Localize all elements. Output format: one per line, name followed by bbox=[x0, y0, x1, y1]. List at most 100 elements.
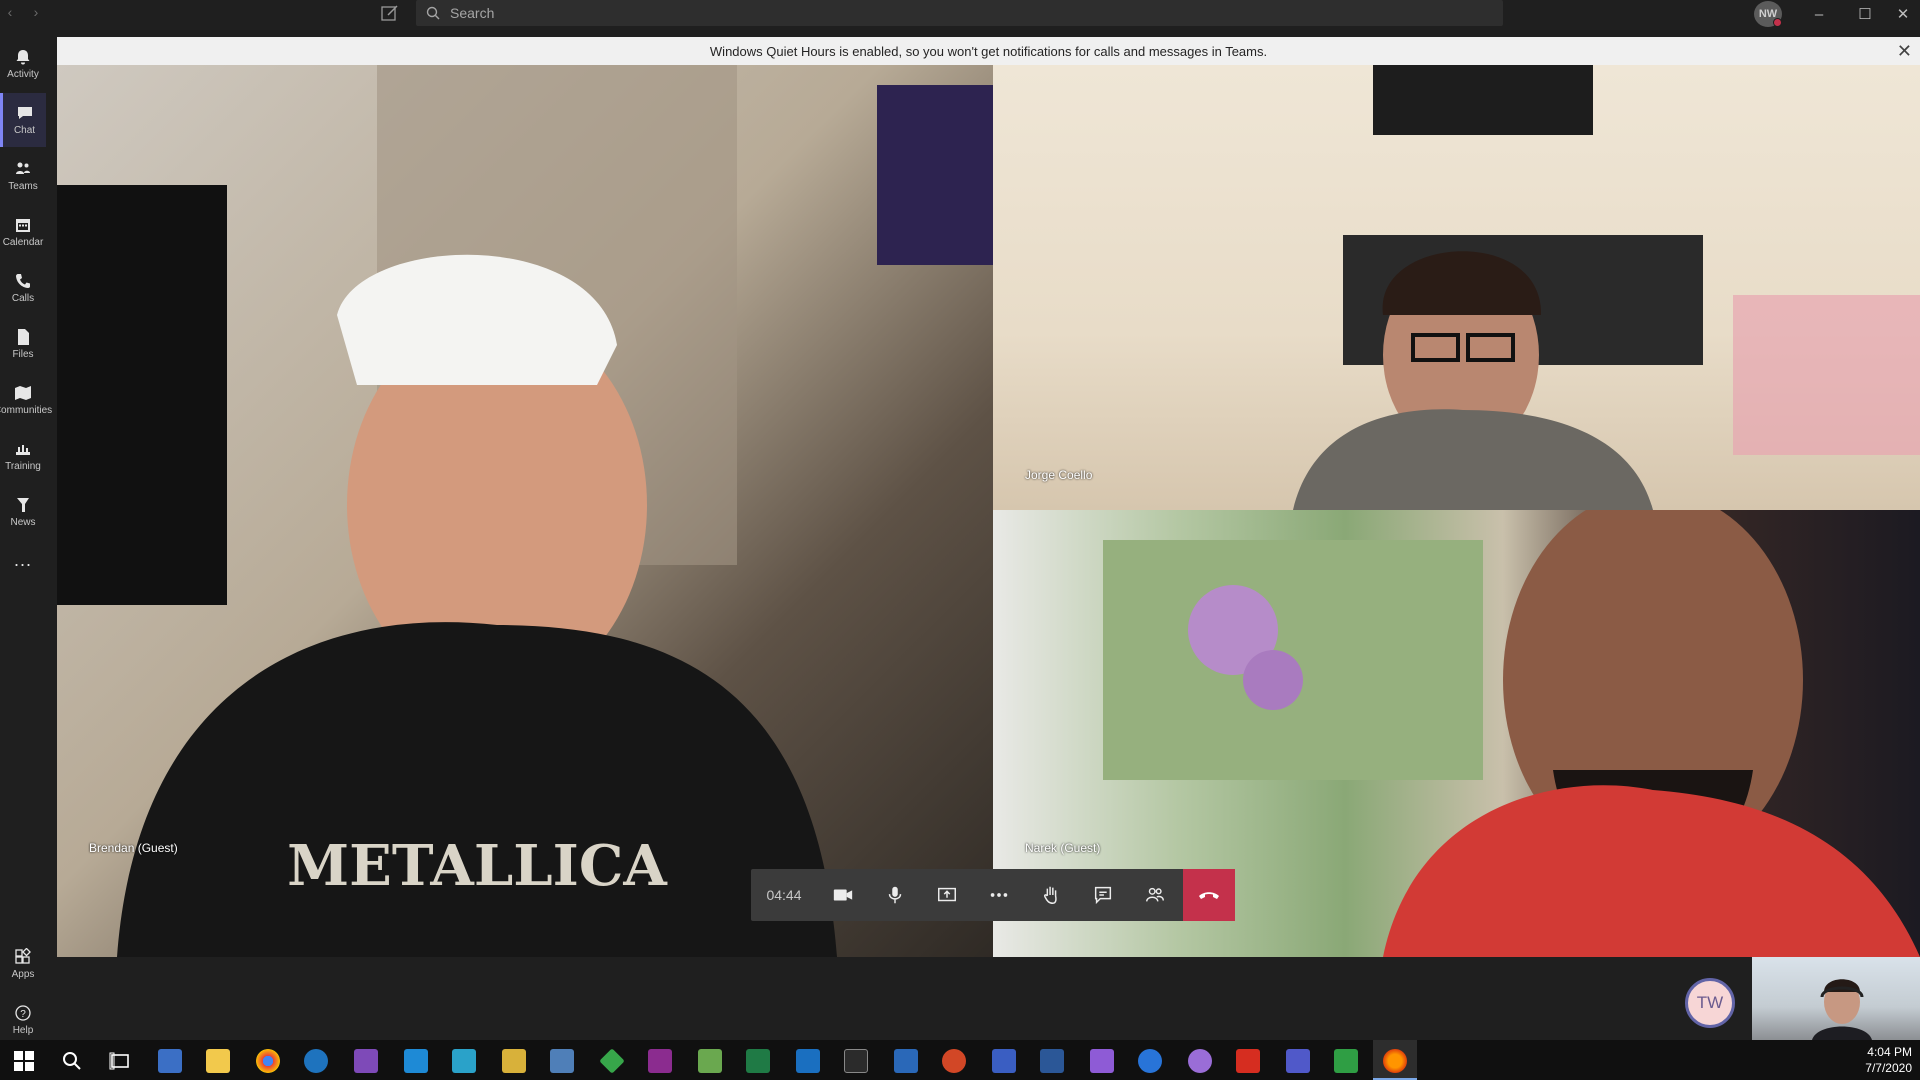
back-arrow-icon[interactable]: ‹ bbox=[2, 4, 18, 20]
banner-message: Windows Quiet Hours is enabled, so you w… bbox=[709, 43, 1268, 59]
self-video-feed bbox=[1812, 979, 1872, 1040]
help-icon: ? bbox=[15, 1005, 31, 1021]
participants-button[interactable] bbox=[1129, 869, 1181, 921]
share-screen-icon bbox=[938, 887, 956, 902]
taskbar-app-icon[interactable] bbox=[550, 1049, 574, 1073]
self-view-video[interactable] bbox=[1752, 957, 1920, 1040]
news-icon bbox=[17, 498, 29, 512]
hang-up-button[interactable] bbox=[1183, 869, 1235, 921]
compose-icon[interactable] bbox=[380, 3, 400, 23]
task-view-icon[interactable] bbox=[108, 1049, 132, 1073]
conversation-button[interactable] bbox=[1077, 869, 1129, 921]
raise-hand-button[interactable] bbox=[1025, 869, 1077, 921]
taskbar-clock[interactable]: 4:04 PM 7/7/2020 bbox=[1865, 1044, 1912, 1076]
rail-label: Calls bbox=[11, 293, 35, 304]
video-tile-brendan[interactable]: METALLICA Brendan (Guest) bbox=[57, 65, 993, 957]
file-icon bbox=[18, 329, 29, 345]
participant-avatar-tw[interactable]: TW bbox=[1685, 978, 1735, 1028]
chrome-icon[interactable] bbox=[256, 1049, 280, 1073]
phone-icon bbox=[16, 274, 30, 288]
clock-time: 4:04 PM bbox=[1867, 1045, 1912, 1059]
outlook-icon[interactable] bbox=[796, 1049, 820, 1073]
user-avatar[interactable]: NW bbox=[1754, 1, 1782, 27]
participant-name: Narek (Guest) bbox=[1025, 841, 1101, 855]
powerpoint-icon[interactable] bbox=[942, 1049, 966, 1073]
taskbar-search-icon[interactable] bbox=[60, 1049, 84, 1073]
powershell-icon[interactable] bbox=[894, 1049, 918, 1073]
rail-item-teams[interactable]: Teams bbox=[0, 149, 46, 203]
close-window-button[interactable]: ✕ bbox=[1880, 0, 1920, 28]
apps-icon bbox=[15, 948, 31, 964]
taskbar-app-icon[interactable] bbox=[502, 1049, 526, 1073]
training-icon bbox=[16, 445, 30, 455]
more-icon bbox=[990, 893, 1008, 897]
firefox-icon[interactable] bbox=[1383, 1049, 1407, 1073]
participants-icon bbox=[1146, 887, 1164, 902]
rail-label: Training bbox=[5, 461, 41, 472]
internet-explorer-icon[interactable] bbox=[304, 1049, 328, 1073]
microphone-button[interactable] bbox=[869, 869, 921, 921]
bell-icon bbox=[16, 50, 30, 65]
communities-icon bbox=[15, 386, 31, 400]
rail-item-calls[interactable]: Calls bbox=[0, 261, 46, 315]
rail-label: Communities bbox=[0, 405, 53, 416]
video-tile-jorge[interactable]: Jorge Coello bbox=[993, 65, 1920, 510]
taskbar-app-icon[interactable] bbox=[698, 1049, 722, 1073]
rail-label: Activity bbox=[7, 69, 39, 80]
rail-item-training[interactable]: Training bbox=[0, 429, 46, 483]
search-icon bbox=[426, 6, 440, 20]
rail-item-calendar[interactable]: Calendar bbox=[0, 205, 46, 259]
minimize-button[interactable]: – bbox=[1796, 0, 1842, 28]
rail-item-activity[interactable]: Activity bbox=[0, 37, 46, 91]
file-explorer-icon[interactable] bbox=[206, 1049, 230, 1073]
visual-studio-icon[interactable] bbox=[354, 1049, 378, 1073]
rail-item-files[interactable]: Files bbox=[0, 317, 46, 371]
svg-text:?: ? bbox=[20, 1009, 26, 1020]
microphone-icon bbox=[888, 886, 902, 904]
call-controls: 04:44 bbox=[751, 869, 1235, 921]
search-input[interactable]: Search bbox=[416, 0, 1503, 26]
share-screen-button[interactable] bbox=[921, 869, 973, 921]
visual-studio-preview-icon[interactable] bbox=[1090, 1049, 1114, 1073]
rail-item-communities[interactable]: Communities bbox=[0, 373, 52, 427]
word-icon[interactable] bbox=[1040, 1049, 1064, 1073]
rail-item-chat[interactable]: Chat bbox=[0, 93, 46, 147]
clock-date: 7/7/2020 bbox=[1865, 1061, 1912, 1075]
taskbar-app-icon[interactable] bbox=[158, 1049, 182, 1073]
teams-taskbar-icon[interactable] bbox=[1286, 1049, 1310, 1073]
bottom-strip bbox=[46, 957, 1920, 1040]
excel-icon[interactable] bbox=[746, 1049, 770, 1073]
visio-icon[interactable] bbox=[992, 1049, 1016, 1073]
windows-start-icon[interactable] bbox=[12, 1049, 36, 1073]
close-icon[interactable]: ✕ bbox=[1897, 41, 1912, 62]
forward-arrow-icon[interactable]: › bbox=[28, 4, 44, 20]
camera-button[interactable] bbox=[817, 869, 869, 921]
rail-label: Help bbox=[12, 1025, 34, 1036]
participant-video-brendan: METALLICA bbox=[57, 65, 993, 957]
onenote-icon[interactable] bbox=[648, 1049, 672, 1073]
acrobat-icon[interactable] bbox=[1236, 1049, 1260, 1073]
more-apps-button[interactable]: ... bbox=[0, 541, 46, 579]
terminal-icon[interactable] bbox=[844, 1049, 868, 1073]
call-timer: 04:44 bbox=[766, 887, 802, 903]
more-actions-button[interactable] bbox=[973, 869, 1025, 921]
rail-label: Apps bbox=[11, 969, 35, 980]
chat-icon bbox=[17, 107, 32, 119]
hang-up-icon bbox=[1199, 892, 1219, 899]
taskbar-app-icon[interactable] bbox=[1334, 1049, 1358, 1073]
more-icon: ... bbox=[13, 549, 32, 570]
taskbar-app-icon[interactable] bbox=[452, 1049, 476, 1073]
taskbar-app-icon[interactable] bbox=[1138, 1049, 1162, 1073]
rail-item-apps[interactable]: Apps bbox=[0, 937, 46, 991]
participant-name: Brendan (Guest) bbox=[89, 841, 178, 855]
rail-item-news[interactable]: News bbox=[0, 485, 46, 539]
taskbar-app-icon[interactable] bbox=[1188, 1049, 1212, 1073]
rail-label: Teams bbox=[8, 181, 38, 192]
avatar-initials: TW bbox=[1696, 993, 1724, 1012]
teams-icon bbox=[16, 162, 30, 174]
raise-hand-icon bbox=[1044, 886, 1057, 904]
vs-code-icon[interactable] bbox=[404, 1049, 428, 1073]
rail-item-help[interactable]: ? Help bbox=[0, 993, 46, 1047]
app-rail: Activity Chat Teams Calendar Calls Files… bbox=[0, 28, 52, 1040]
calendar-icon bbox=[16, 219, 30, 232]
